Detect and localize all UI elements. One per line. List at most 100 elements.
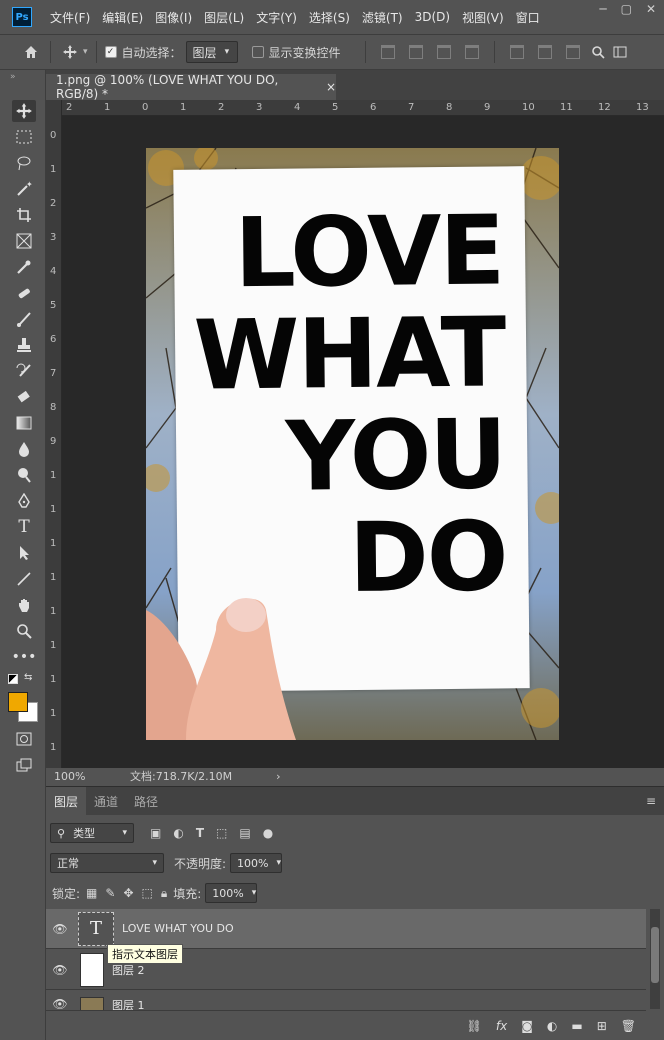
align-bottom-icon[interactable] <box>565 45 580 59</box>
more-tools-icon[interactable]: ••• <box>12 646 37 668</box>
maximize-icon[interactable]: ▢ <box>621 2 632 16</box>
menu-window[interactable]: 窗口 <box>516 9 540 26</box>
menu-view[interactable]: 视图(V) <box>462 9 504 26</box>
align-right-icon[interactable] <box>436 45 451 59</box>
minimize-icon[interactable]: ─ <box>599 2 606 16</box>
zoom-level[interactable]: 100% <box>54 770 114 783</box>
lock-transparent-icon[interactable]: ▦ <box>86 886 97 900</box>
opacity-field[interactable]: 100% ▾ <box>230 853 283 873</box>
move-tool-icon[interactable] <box>12 100 36 122</box>
adjustment-layer-icon[interactable]: ◐ <box>547 1019 557 1033</box>
visibility-eye-icon[interactable]: 👁︎ <box>46 963 74 977</box>
lasso-tool-icon[interactable] <box>12 152 36 174</box>
menu-image[interactable]: 图像(I) <box>155 9 192 26</box>
filter-pixel-icon[interactable]: ▣ <box>150 826 161 840</box>
zoom-tool-icon[interactable] <box>12 620 36 642</box>
frame-tool-icon[interactable] <box>12 230 36 252</box>
align-top-icon[interactable] <box>509 45 524 59</box>
panel-menu-icon[interactable]: ≡ <box>646 794 656 808</box>
menu-select[interactable]: 选择(S) <box>309 9 350 26</box>
link-layers-icon[interactable]: ⛓︎ <box>467 1019 482 1033</box>
status-menu-arrow[interactable]: › <box>276 770 280 783</box>
filter-kind-dropdown[interactable]: ⚲ 类型 ▾ <box>50 823 134 843</box>
filter-adjustment-icon[interactable]: ◐ <box>173 826 183 840</box>
eraser-tool-icon[interactable] <box>12 386 36 408</box>
healing-brush-tool-icon[interactable] <box>12 282 36 304</box>
close-tab-icon[interactable]: × <box>326 80 336 94</box>
quick-mask-icon[interactable] <box>12 728 36 750</box>
path-selection-tool-icon[interactable] <box>12 542 36 564</box>
delete-layer-icon[interactable]: 🗑︎ <box>621 1019 636 1033</box>
layers-scrollbar[interactable] <box>650 909 660 1009</box>
workspace-icon[interactable] <box>609 41 631 63</box>
filter-shape-icon[interactable]: ⬚ <box>216 826 227 840</box>
home-icon[interactable] <box>20 41 42 63</box>
dodge-tool-icon[interactable] <box>12 464 36 486</box>
menu-type[interactable]: 文字(Y) <box>256 9 297 26</box>
move-tool-preset-icon[interactable] <box>59 41 81 63</box>
filter-type-icon[interactable]: T <box>196 826 204 840</box>
menu-3d[interactable]: 3D(D) <box>415 10 450 24</box>
menu-filter[interactable]: 滤镜(T) <box>362 9 403 26</box>
distribute-icon[interactable] <box>464 45 479 59</box>
collapse-arrows-icon[interactable]: » <box>10 72 16 82</box>
foreground-color-swatch[interactable] <box>8 692 28 712</box>
add-mask-icon[interactable]: ◙ <box>521 1019 533 1033</box>
ruler-tick-label: 1 <box>50 708 57 719</box>
ruler-tick-label: 1 <box>180 102 187 113</box>
brush-tool-icon[interactable] <box>12 308 36 330</box>
screen-mode-icon[interactable] <box>12 754 36 776</box>
crop-tool-icon[interactable] <box>12 204 36 226</box>
tab-paths[interactable]: 路径 <box>126 787 166 815</box>
blend-mode-dropdown[interactable]: 正常 ▾ <box>50 853 164 873</box>
align-center-icon[interactable] <box>408 45 423 59</box>
auto-select-dropdown[interactable]: 图层 ▾ <box>185 41 238 63</box>
eyedropper-tool-icon[interactable] <box>12 256 36 278</box>
ruler-tick-label: 2 <box>66 102 73 113</box>
layer-style-icon[interactable]: fx <box>496 1019 507 1033</box>
lock-all-icon[interactable]: 🔒︎ <box>161 886 167 901</box>
new-group-icon[interactable]: ▬ <box>571 1019 582 1033</box>
menu-edit[interactable]: 编辑(E) <box>102 9 143 26</box>
line-tool-icon[interactable] <box>12 568 36 590</box>
visibility-eye-icon[interactable]: 👁︎ <box>46 922 74 936</box>
layer-row-text[interactable]: 👁︎ T LOVE WHAT YOU DO <box>46 909 646 949</box>
filter-toggle-icon[interactable]: ● <box>263 826 273 840</box>
lock-paint-icon[interactable]: ✎ <box>105 886 115 900</box>
menu-layer[interactable]: 图层(L) <box>204 9 244 26</box>
align-middle-icon[interactable] <box>537 45 552 59</box>
swap-colors-icon[interactable]: ⇆ <box>24 672 32 683</box>
magic-wand-tool-icon[interactable]: ✦ <box>12 178 36 200</box>
align-left-icon[interactable] <box>380 45 395 59</box>
lock-position-icon[interactable]: ✥ <box>123 886 133 900</box>
visibility-eye-icon[interactable]: 👁︎ <box>46 997 74 1010</box>
lock-row: 锁定: ▦ ✎ ✥ ⬚ 🔒︎ 填充: 100% ▾ <box>46 883 664 903</box>
layer-row-1[interactable]: 👁︎ 图层 1 <box>46 991 646 1011</box>
show-transform-checkbox[interactable] <box>251 46 264 58</box>
ruler-tick-label: 0 <box>142 102 149 113</box>
blur-tool-icon[interactable] <box>12 438 36 460</box>
lock-artboard-icon[interactable]: ⬚ <box>142 886 153 900</box>
tab-channels[interactable]: 通道 <box>86 787 126 815</box>
auto-select-checkbox[interactable]: ✓ <box>104 46 117 58</box>
history-brush-tool-icon[interactable] <box>12 360 36 382</box>
close-window-icon[interactable]: ✕ <box>646 2 656 16</box>
chevron-down-icon[interactable]: ▾ <box>83 47 88 57</box>
search-icon[interactable] <box>587 41 609 63</box>
marquee-tool-icon[interactable] <box>12 126 36 148</box>
clone-stamp-tool-icon[interactable] <box>12 334 36 356</box>
menu-file[interactable]: 文件(F) <box>50 9 90 26</box>
pen-tool-icon[interactable] <box>12 490 36 512</box>
filter-smart-object-icon[interactable]: ▤ <box>239 826 250 840</box>
opacity-label: 不透明度: <box>174 856 227 871</box>
new-layer-icon[interactable]: ⊞ <box>597 1019 607 1033</box>
tab-layers[interactable]: 图层 <box>46 787 87 815</box>
gradient-tool-icon[interactable] <box>12 412 36 434</box>
fill-field[interactable]: 100% ▾ <box>205 883 258 903</box>
type-tool-icon[interactable]: T <box>12 516 36 538</box>
default-colors-icon[interactable] <box>8 674 18 684</box>
hand-tool-icon[interactable] <box>12 594 36 616</box>
filter-kind-label: 类型 <box>73 827 96 840</box>
scrollbar-thumb[interactable] <box>651 927 659 983</box>
document-tab[interactable]: 1.png @ 100% (LOVE WHAT YOU DO, RGB/8) *… <box>46 73 336 101</box>
